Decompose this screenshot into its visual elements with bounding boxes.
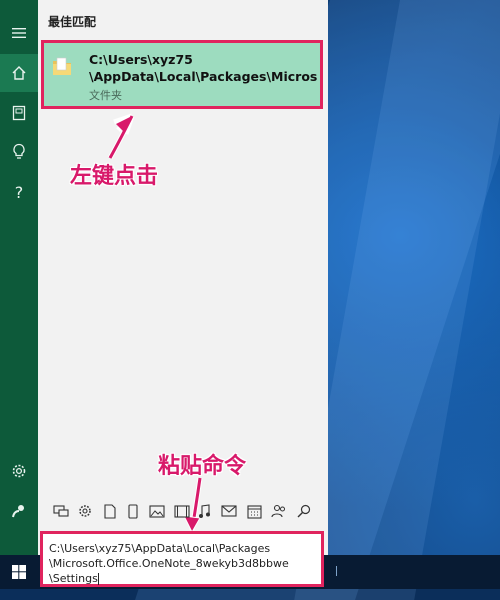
documents-icon[interactable]: [0, 94, 38, 132]
search-query-line2: \Microsoft.Office.OneNote_8wekyb3d8bbwe: [49, 557, 289, 570]
calendar-icon[interactable]: [244, 501, 264, 521]
home-icon[interactable]: [0, 54, 38, 92]
result-type: 文件夹: [89, 89, 122, 102]
mail-icon[interactable]: [219, 501, 239, 521]
start-rail: ?: [0, 0, 38, 555]
search-query-line1: C:\Users\xyz75\AppData\Local\Packages: [49, 542, 271, 555]
best-match-result[interactable]: C:\Users\xyz75 \AppData\Local\Packages\M…: [41, 40, 323, 109]
tablet-icon[interactable]: [123, 501, 143, 521]
search-query-line3: \Settings: [49, 572, 98, 585]
settings-icon[interactable]: [75, 501, 95, 521]
taskbar-divider: [336, 566, 337, 576]
search-query-line3-wrap: \Settings: [49, 571, 321, 586]
windows-logo-icon[interactable]: [0, 555, 38, 589]
music-icon[interactable]: [194, 501, 214, 521]
settings-icon[interactable]: [0, 452, 38, 490]
people-icon[interactable]: [269, 501, 289, 521]
folder-icon: [51, 56, 73, 78]
video-icon[interactable]: [172, 501, 192, 521]
help-icon[interactable]: ?: [0, 173, 38, 211]
search-input[interactable]: C:\Users\xyz75\AppData\Local\Packages \M…: [40, 531, 324, 587]
text-cursor: [97, 573, 99, 585]
annotation-arrow-up: [107, 113, 135, 160]
annotation-left-click: 左键点击: [70, 163, 159, 189]
document-icon[interactable]: [100, 501, 120, 521]
apps-icon[interactable]: [51, 501, 71, 521]
section-title: 最佳匹配: [48, 15, 97, 29]
result-path-line2: \AppData\Local\Packages\Microsof: [89, 69, 317, 84]
feedback-icon[interactable]: [0, 492, 38, 530]
search-icon[interactable]: [294, 501, 314, 521]
lightbulb-icon[interactable]: [0, 133, 38, 171]
search-filter-bar: [38, 497, 328, 527]
photos-icon[interactable]: [147, 501, 167, 521]
result-path-line1: C:\Users\xyz75: [89, 52, 193, 67]
menu-icon[interactable]: [0, 14, 38, 52]
